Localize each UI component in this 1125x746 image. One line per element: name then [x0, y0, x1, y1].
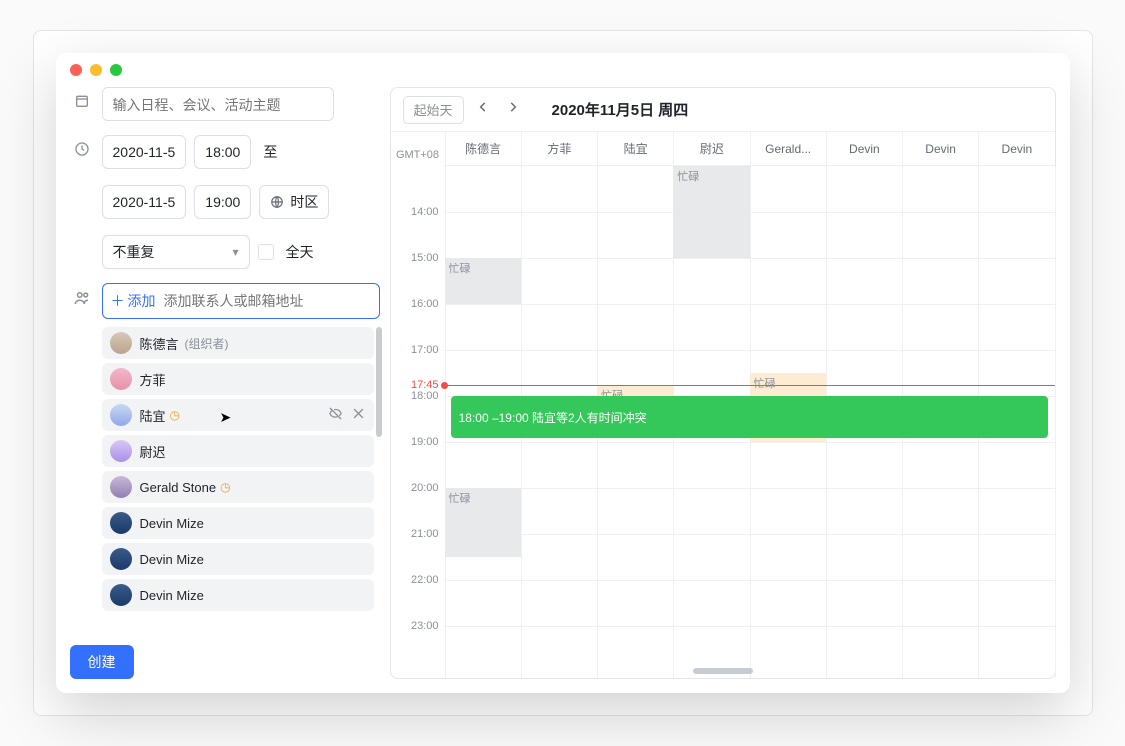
- plus-icon: ＋: [111, 291, 125, 311]
- hour-label: 23:00: [391, 620, 439, 632]
- add-attendee-button[interactable]: ＋ 添加: [111, 291, 156, 311]
- start-date-input[interactable]: 2020-11-5: [102, 135, 187, 169]
- event-title-icon: [70, 87, 94, 109]
- avatar: [110, 404, 132, 426]
- hide-icon[interactable]: [328, 406, 343, 424]
- attendee-name: 尉迟: [140, 442, 166, 461]
- avatar: [110, 512, 132, 534]
- attendee-name: Devin Mize: [140, 516, 204, 531]
- hour-label: 19:00: [391, 436, 439, 448]
- repeat-label: 不重复: [113, 242, 155, 262]
- attendee-scrollbar[interactable]: [376, 327, 382, 437]
- attendee-item[interactable]: Devin Mize: [102, 543, 374, 575]
- allday-checkbox[interactable]: [258, 244, 274, 260]
- calendar-column-header: Devin: [903, 132, 978, 166]
- attendee-item[interactable]: 方菲: [102, 363, 374, 395]
- timezone-indicator: GMT+08: [391, 149, 445, 161]
- avatar: [110, 548, 132, 570]
- now-time-label: 17:45: [391, 379, 439, 391]
- avatar: [110, 476, 132, 498]
- chevron-down-icon: ▾: [232, 245, 238, 259]
- calendar-column-header: Devin: [979, 132, 1054, 166]
- calendar-column-header: 尉迟: [674, 132, 749, 166]
- busy-block: 忙碌: [673, 166, 749, 258]
- app-window: 2020-11-5 18:00 至 2020-11-5 19:00 时区: [56, 53, 1070, 693]
- attendee-item[interactable]: 陆宜◷ ➤: [102, 399, 374, 431]
- globe-icon: [270, 195, 284, 209]
- attendee-item[interactable]: Devin Mize: [102, 507, 374, 539]
- cursor-icon: ➤: [220, 409, 232, 426]
- avatar: [110, 368, 132, 390]
- calendar-date-title: 2020年11月5日 周四: [552, 99, 689, 120]
- attendee-item[interactable]: Gerald Stone◷: [102, 471, 374, 503]
- attendee-name: Devin Mize: [140, 588, 204, 603]
- attendee-item[interactable]: 陈德言(组织者): [102, 327, 374, 359]
- attendee-search-input[interactable]: [164, 293, 371, 309]
- hour-label: 16:00: [391, 298, 439, 310]
- attendee-name: 方菲: [140, 370, 166, 389]
- to-label: 至: [259, 142, 281, 162]
- timezone-label: 时区: [290, 192, 318, 212]
- avatar: [110, 440, 132, 462]
- attendee-name: 陆宜◷: [140, 406, 181, 425]
- hour-label: 14:00: [391, 206, 439, 218]
- people-icon: [70, 283, 94, 307]
- chevron-left-icon: [476, 100, 490, 114]
- busy-block: 忙碌: [445, 258, 521, 304]
- attendee-input-wrap[interactable]: ＋ 添加: [102, 283, 380, 319]
- end-date-input[interactable]: 2020-11-5: [102, 185, 187, 219]
- calendar-column-header: Devin: [827, 132, 902, 166]
- clock-icon: [70, 135, 94, 157]
- calendar-column-header: 方菲: [522, 132, 597, 166]
- hour-label: 20:00: [391, 482, 439, 494]
- calendar-column-header: Gerald...: [751, 132, 826, 166]
- add-attendee-label: 添加: [128, 291, 156, 311]
- minimize-icon[interactable]: [90, 64, 102, 76]
- calendar-column-header: 陆宜: [598, 132, 673, 166]
- hour-label: 21:00: [391, 528, 439, 540]
- start-day-button[interactable]: 起始天: [403, 96, 464, 124]
- repeat-select[interactable]: 不重复 ▾: [102, 235, 250, 269]
- busy-icon: ◷: [220, 480, 230, 494]
- attendee-item[interactable]: 尉迟: [102, 435, 374, 467]
- attendee-name: Gerald Stone◷: [140, 480, 231, 495]
- prev-day-button[interactable]: [472, 96, 494, 123]
- avatar: [110, 584, 132, 606]
- remove-icon[interactable]: [351, 406, 366, 424]
- timezone-button[interactable]: 时区: [259, 185, 329, 219]
- busy-block: 忙碌: [445, 488, 521, 557]
- calendar-hscroll[interactable]: [693, 668, 753, 674]
- start-time-input[interactable]: 18:00: [194, 135, 251, 169]
- hour-label: 22:00: [391, 574, 439, 586]
- hour-label: 17:00: [391, 344, 439, 356]
- proposed-event[interactable]: 18:00 –19:00 陆宜等2人有时间冲突: [451, 396, 1049, 438]
- organizer-tag: (组织者): [185, 335, 229, 352]
- attendee-name: 陈德言(组织者): [140, 334, 229, 353]
- next-day-button[interactable]: [502, 96, 524, 123]
- attendee-item[interactable]: Devin Mize: [102, 579, 374, 611]
- hour-label: 15:00: [391, 252, 439, 264]
- now-indicator: [445, 385, 1055, 386]
- hour-label: 18:00: [391, 390, 439, 402]
- create-button[interactable]: 创建: [70, 645, 134, 679]
- avatar: [110, 332, 132, 354]
- titlebar: [56, 53, 1070, 87]
- close-icon[interactable]: [70, 64, 82, 76]
- busy-icon: ◷: [170, 408, 180, 422]
- calendar-column-header: 陈德言: [446, 132, 521, 166]
- allday-label: 全天: [282, 242, 318, 262]
- chevron-right-icon: [506, 100, 520, 114]
- end-time-input[interactable]: 19:00: [194, 185, 251, 219]
- event-title-input[interactable]: [102, 87, 334, 121]
- maximize-icon[interactable]: [110, 64, 122, 76]
- attendee-name: Devin Mize: [140, 552, 204, 567]
